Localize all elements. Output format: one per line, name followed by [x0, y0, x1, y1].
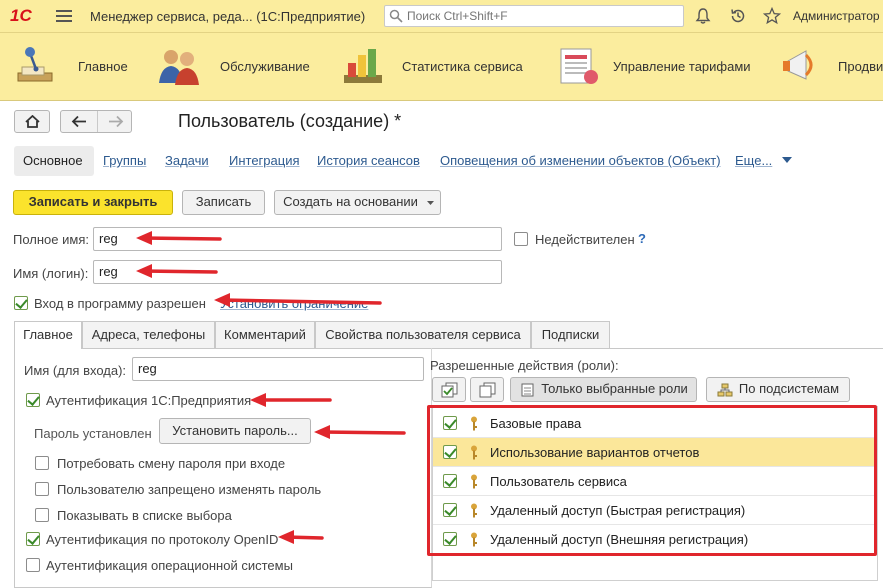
search-icon [389, 9, 403, 23]
chevron-down-icon [427, 201, 434, 205]
uncheck-all-icon [479, 382, 496, 398]
tab-main[interactable]: Главное [14, 321, 82, 349]
create-based-on-button[interactable]: Создать на основании [274, 190, 441, 215]
window-title: Менеджер сервиса, реда... (1С:Предприяти… [90, 9, 366, 24]
require-password-change-checkbox[interactable] [35, 456, 49, 470]
save-button[interactable]: Записать [182, 190, 265, 215]
tab-addresses-phones[interactable]: Адреса, телефоны [82, 321, 215, 348]
tab-subscriptions[interactable]: Подписки [531, 321, 610, 348]
login-label: Имя (логин): [13, 266, 89, 281]
section-main[interactable]: Главное [12, 33, 142, 101]
require-password-change-label: Потребовать смену пароля при входе [57, 456, 286, 471]
megaphone-icon [783, 50, 813, 80]
section-label: Главное [78, 59, 128, 74]
search-input[interactable] [407, 8, 679, 24]
auth-os-label: Аутентификация операционной системы [46, 558, 293, 573]
auth-os-checkbox[interactable] [26, 558, 40, 572]
password-set-label: Пароль установлен [34, 426, 152, 441]
check-all-icon [441, 382, 458, 398]
tab-service-user-properties[interactable]: Свойства пользователя сервиса [315, 321, 531, 348]
login-allowed-label: Вход в программу разрешен [34, 296, 206, 311]
nav-link-groups[interactable]: Группы [103, 153, 146, 168]
bell-icon[interactable] [694, 7, 712, 25]
dropdown-arrow-icon[interactable] [782, 157, 792, 164]
by-subsystems-button[interactable]: По подсистемам [706, 377, 850, 402]
star-icon[interactable] [763, 7, 781, 25]
home-button[interactable] [14, 110, 50, 133]
auth-1c-label: Аутентификация 1С:Предприятия [46, 393, 252, 408]
sections-panel: Главное Обслуживание Статистика сервиса … [0, 33, 883, 101]
forbid-password-change-label: Пользователю запрещено изменять пароль [57, 482, 322, 497]
hierarchy-icon [717, 383, 733, 397]
section-label: Продви [838, 59, 883, 74]
inactive-checkbox[interactable] [514, 232, 528, 246]
auth-openid-label: Аутентификация по протоколу OpenID [46, 532, 279, 547]
auth-1c-checkbox[interactable] [26, 393, 40, 407]
title-bar: 1С Менеджер сервиса, реда... (1С:Предпри… [0, 0, 883, 33]
by-subsystems-label: По подсистемам [738, 381, 840, 396]
create-based-on-label: Создать на основании [283, 194, 418, 209]
login-name-field[interactable]: reg [132, 357, 424, 381]
only-selected-roles-label: Только выбранные роли [541, 381, 688, 396]
nav-link-more[interactable]: Еще... [735, 153, 772, 168]
history-icon[interactable] [729, 7, 747, 25]
section-service[interactable]: Обслуживание [156, 33, 326, 101]
section-tariffs[interactable]: Управление тарифами [555, 33, 755, 101]
global-search[interactable] [384, 5, 684, 27]
section-label: Обслуживание [220, 59, 310, 74]
section-statistics[interactable]: Статистика сервиса [340, 33, 540, 101]
people-icon [159, 50, 199, 85]
tab-comment[interactable]: Комментарий [215, 321, 315, 348]
show-in-list-label: Показывать в списке выбора [57, 508, 232, 523]
show-in-list-checkbox[interactable] [35, 508, 49, 522]
arrow-left-icon [71, 115, 86, 128]
nav-link-tasks[interactable]: Задачи [165, 153, 209, 168]
inactive-label: Недействителен [535, 232, 635, 247]
uncheck-all-button[interactable] [470, 377, 504, 402]
list-icon [521, 383, 534, 397]
form-title: Пользователь (создание) * [178, 111, 402, 131]
set-restriction-link[interactable]: Установить ограничение [220, 296, 368, 311]
nav-buttons-group [60, 110, 132, 133]
current-user[interactable]: Администратор [793, 9, 880, 23]
section-label: Управление тарифами [613, 59, 751, 74]
roles-header: Разрешенные действия (роли): [430, 358, 619, 373]
forbid-password-change-checkbox[interactable] [35, 482, 49, 496]
price-list-icon [560, 48, 598, 84]
set-password-button[interactable]: Установить пароль... [159, 418, 311, 444]
nav-link-session-history[interactable]: История сеансов [317, 153, 420, 168]
section-label: Статистика сервиса [402, 59, 523, 74]
main-menu-icon[interactable] [56, 10, 72, 22]
back-button[interactable] [61, 111, 97, 132]
nav-link-notifications[interactable]: Оповещения об изменении объектов (Объект… [440, 153, 721, 168]
save-and-close-button[interactable]: Записать и закрыть [13, 190, 173, 215]
nav-link-label: Основное [23, 153, 83, 168]
full-name-label: Полное имя: [13, 232, 89, 247]
section-promotion[interactable]: Продви [780, 33, 883, 101]
app-logo: 1С [10, 6, 32, 25]
login-name-label: Имя (для входа): [24, 363, 127, 378]
forward-button[interactable] [97, 111, 132, 132]
login-allowed-checkbox[interactable] [14, 296, 28, 310]
annotation-frame [427, 405, 877, 556]
login-field[interactable]: reg [93, 260, 502, 284]
check-all-button[interactable] [432, 377, 466, 402]
stats-chart-icon [344, 49, 382, 83]
nav-link-main[interactable]: Основное [14, 146, 94, 176]
home-icon [25, 115, 40, 128]
arrow-right-icon [109, 115, 124, 128]
auth-openid-checkbox[interactable] [26, 532, 40, 546]
full-name-field[interactable]: reg [93, 227, 502, 251]
help-icon[interactable]: ? [638, 231, 646, 246]
only-selected-roles-toggle[interactable]: Только выбранные роли [510, 377, 697, 402]
desk-lamp-icon [17, 47, 53, 82]
nav-link-integration[interactable]: Интеграция [229, 153, 300, 168]
